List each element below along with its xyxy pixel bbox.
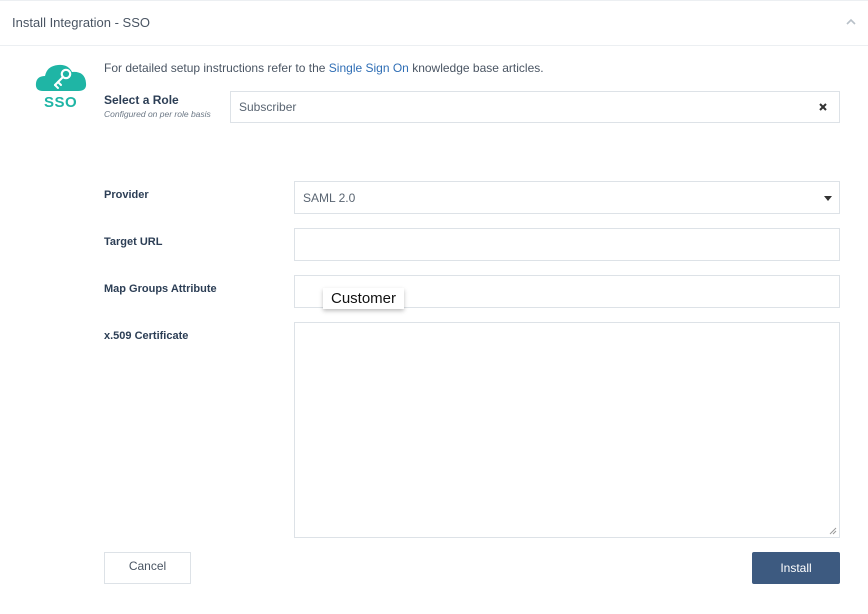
intro-text-before: For detailed setup instructions refer to… <box>104 61 329 75</box>
single-sign-on-link[interactable]: Single Sign On <box>329 61 409 75</box>
close-icon[interactable] <box>818 102 828 112</box>
certificate-textarea[interactable] <box>294 322 840 538</box>
provider-select[interactable]: SAML 2.0 <box>294 181 840 214</box>
intro-text-after: knowledge base articles. <box>408 61 544 75</box>
sso-logo-text: SSO <box>44 94 78 111</box>
target-url-input[interactable] <box>294 228 840 261</box>
caret-down-icon <box>824 196 832 201</box>
install-integration-panel: Install Integration - SSO SSO For detail… <box>0 0 868 614</box>
install-button[interactable]: Install <box>752 552 840 584</box>
provider-label: Provider <box>104 189 149 201</box>
role-selected-value: Subscriber <box>239 100 297 114</box>
role-select[interactable]: Subscriber <box>230 91 840 123</box>
panel-title: Install Integration - SSO <box>12 15 151 30</box>
target-url-label: Target URL <box>104 236 163 248</box>
chevron-up-icon[interactable] <box>844 15 858 29</box>
cancel-button[interactable]: Cancel <box>104 552 191 584</box>
resize-handle-icon[interactable] <box>829 527 837 535</box>
autocomplete-tooltip[interactable]: Customer <box>323 288 405 309</box>
select-role-label: Select a Role <box>104 93 179 107</box>
map-groups-attribute-label: Map Groups Attribute <box>104 283 217 295</box>
select-role-sublabel: Configured on per role basis <box>104 109 211 119</box>
certificate-label: x.509 Certificate <box>104 330 189 342</box>
panel-header[interactable]: Install Integration - SSO <box>0 0 868 46</box>
provider-selected-value: SAML 2.0 <box>303 191 356 205</box>
intro-text: For detailed setup instructions refer to… <box>104 61 544 75</box>
